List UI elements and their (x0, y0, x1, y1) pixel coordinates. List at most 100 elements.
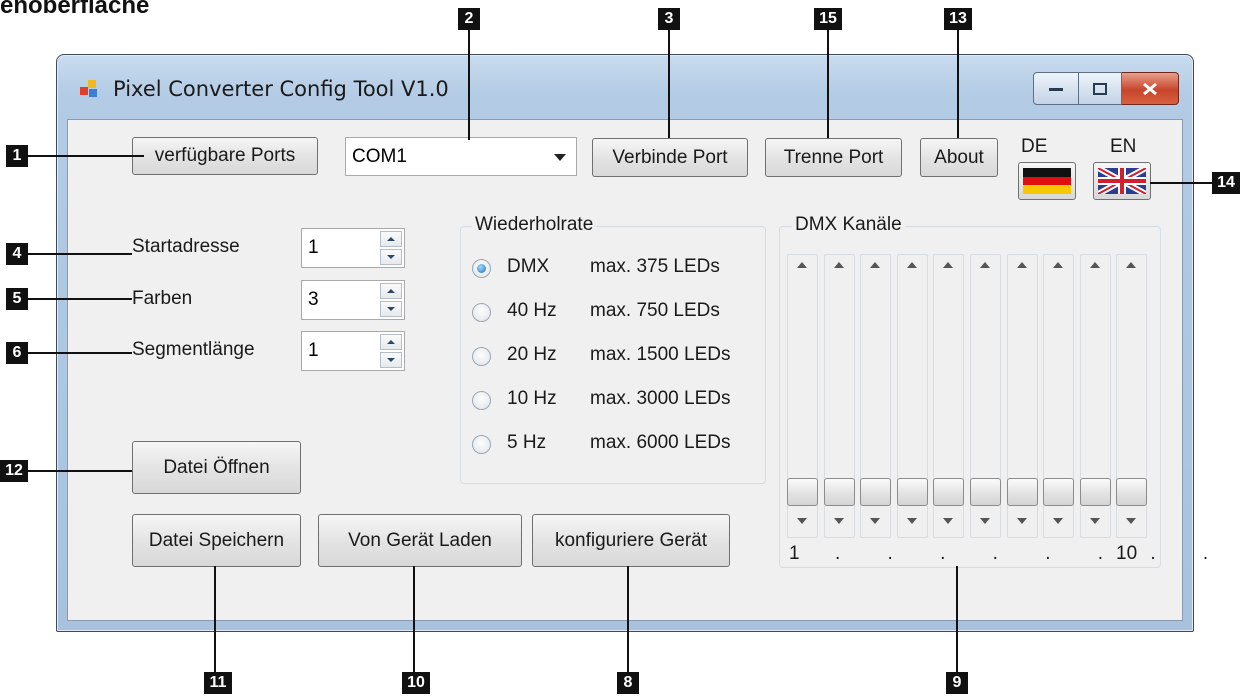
uk-flag-icon (1098, 168, 1146, 194)
slider-thumb[interactable] (970, 478, 1001, 506)
segment-length-value: 1 (308, 340, 319, 361)
slider-up-arrow-icon (870, 262, 880, 268)
slider-down-arrow-icon (907, 518, 917, 524)
maximize-button[interactable] (1079, 72, 1122, 105)
callout-line (827, 30, 829, 138)
flag-en-button[interactable] (1093, 162, 1151, 200)
slider-down-arrow-icon (980, 518, 990, 524)
slider-thumb[interactable] (897, 478, 928, 506)
slider-up-arrow-icon (797, 262, 807, 268)
callout-line (413, 566, 415, 672)
callout-line (28, 155, 144, 157)
dmx-last-channel-label: 10 (1116, 543, 1138, 564)
port-select[interactable]: COM1 (345, 137, 577, 176)
radio-10hz[interactable] (472, 391, 491, 410)
title-bar[interactable]: Pixel Converter Config Tool V1.0 (57, 55, 1193, 119)
slider-down-arrow-icon (1017, 518, 1027, 524)
max-leds-label: max. 6000 LEDs (590, 432, 731, 453)
port-select-value: COM1 (352, 146, 407, 167)
slider-thumb[interactable] (933, 478, 964, 506)
save-file-button[interactable]: Datei Speichern (132, 514, 301, 567)
slider-up-arrow-icon (1126, 262, 1136, 268)
callout-line (28, 298, 132, 300)
slider-thumb[interactable] (824, 478, 855, 506)
slider-down-arrow-icon (1053, 518, 1063, 524)
slider-thumb[interactable] (860, 478, 891, 506)
start-address-value: 1 (308, 237, 319, 258)
start-address-label: Startadresse (132, 236, 240, 257)
slider-down-arrow-icon (943, 518, 953, 524)
app-icon (80, 80, 97, 97)
colors-stepper[interactable]: 3 (301, 280, 405, 320)
callout-badge: 2 (458, 8, 480, 30)
slider-up-arrow-icon (1053, 262, 1063, 268)
minimize-button[interactable] (1033, 72, 1079, 105)
callout-line (956, 566, 958, 672)
close-icon (1143, 82, 1157, 95)
german-flag-icon (1023, 168, 1071, 194)
slider-down-arrow-icon (797, 518, 807, 524)
open-file-button[interactable]: Datei Öffnen (132, 441, 301, 494)
rate-label: 10 Hz (507, 388, 557, 409)
callout-badge: 14 (1212, 172, 1240, 194)
connect-port-button[interactable]: Verbinde Port (592, 138, 748, 177)
callout-badge: 3 (658, 8, 680, 30)
disconnect-port-button[interactable]: Trenne Port (765, 138, 902, 177)
callout-line (468, 30, 470, 140)
spin-down-icon[interactable] (380, 352, 402, 368)
segment-length-stepper[interactable]: 1 (301, 331, 405, 371)
spin-down-icon[interactable] (380, 249, 402, 265)
page-heading: enoberfläche (0, 0, 150, 19)
callout-badge: 12 (0, 460, 28, 482)
slider-thumb[interactable] (787, 478, 818, 506)
dmx-scale-dots: . . . . . . . . (835, 543, 1230, 564)
radio-dmx[interactable] (472, 259, 491, 278)
slider-thumb[interactable] (1043, 478, 1074, 506)
available-ports-button[interactable]: verfügbare Ports (132, 137, 318, 175)
slider-up-arrow-icon (907, 262, 917, 268)
close-button[interactable] (1122, 72, 1179, 105)
callout-line (627, 566, 629, 672)
callout-badge: 4 (6, 243, 28, 265)
spin-down-icon[interactable] (380, 301, 402, 317)
slider-up-arrow-icon (1090, 262, 1100, 268)
max-leds-label: max. 375 LEDs (590, 256, 720, 277)
minimize-icon (1049, 87, 1063, 91)
spin-up-icon[interactable] (380, 283, 402, 299)
lang-en-label: EN (1110, 136, 1137, 157)
slider-up-arrow-icon (834, 262, 844, 268)
callout-line (28, 352, 132, 354)
about-button[interactable]: About (920, 138, 998, 177)
flag-de-button[interactable] (1018, 162, 1076, 200)
segment-length-label: Segmentlänge (132, 339, 255, 360)
colors-label: Farben (132, 288, 193, 309)
callout-line (668, 30, 670, 138)
callout-badge: 10 (402, 672, 430, 694)
start-address-stepper[interactable]: 1 (301, 228, 405, 268)
slider-down-arrow-icon (1090, 518, 1100, 524)
spin-up-icon[interactable] (380, 334, 402, 350)
radio-40hz[interactable] (472, 303, 491, 322)
slider-down-arrow-icon (834, 518, 844, 524)
slider-down-arrow-icon (870, 518, 880, 524)
slider-up-arrow-icon (1017, 262, 1027, 268)
radio-20hz[interactable] (472, 347, 491, 366)
load-from-device-button[interactable]: Von Gerät Laden (318, 514, 522, 567)
slider-thumb[interactable] (1007, 478, 1038, 506)
slider-thumb[interactable] (1116, 478, 1147, 506)
callout-badge: 15 (814, 8, 842, 30)
chevron-down-icon[interactable] (554, 154, 566, 161)
colors-value: 3 (308, 289, 319, 310)
rate-label: 5 Hz (507, 432, 547, 453)
dmx-channels-title: DMX Kanäle (792, 214, 905, 236)
max-leds-label: max. 3000 LEDs (590, 388, 731, 409)
radio-5hz[interactable] (472, 435, 491, 454)
callout-line (1150, 182, 1212, 184)
refresh-rate-title: Wiederholrate (472, 214, 597, 236)
slider-thumb[interactable] (1080, 478, 1111, 506)
callout-line (28, 253, 132, 255)
spin-up-icon[interactable] (380, 231, 402, 247)
callout-badge: 5 (6, 288, 28, 310)
configure-device-button[interactable]: konfiguriere Gerät (532, 514, 730, 567)
slider-up-arrow-icon (943, 262, 953, 268)
